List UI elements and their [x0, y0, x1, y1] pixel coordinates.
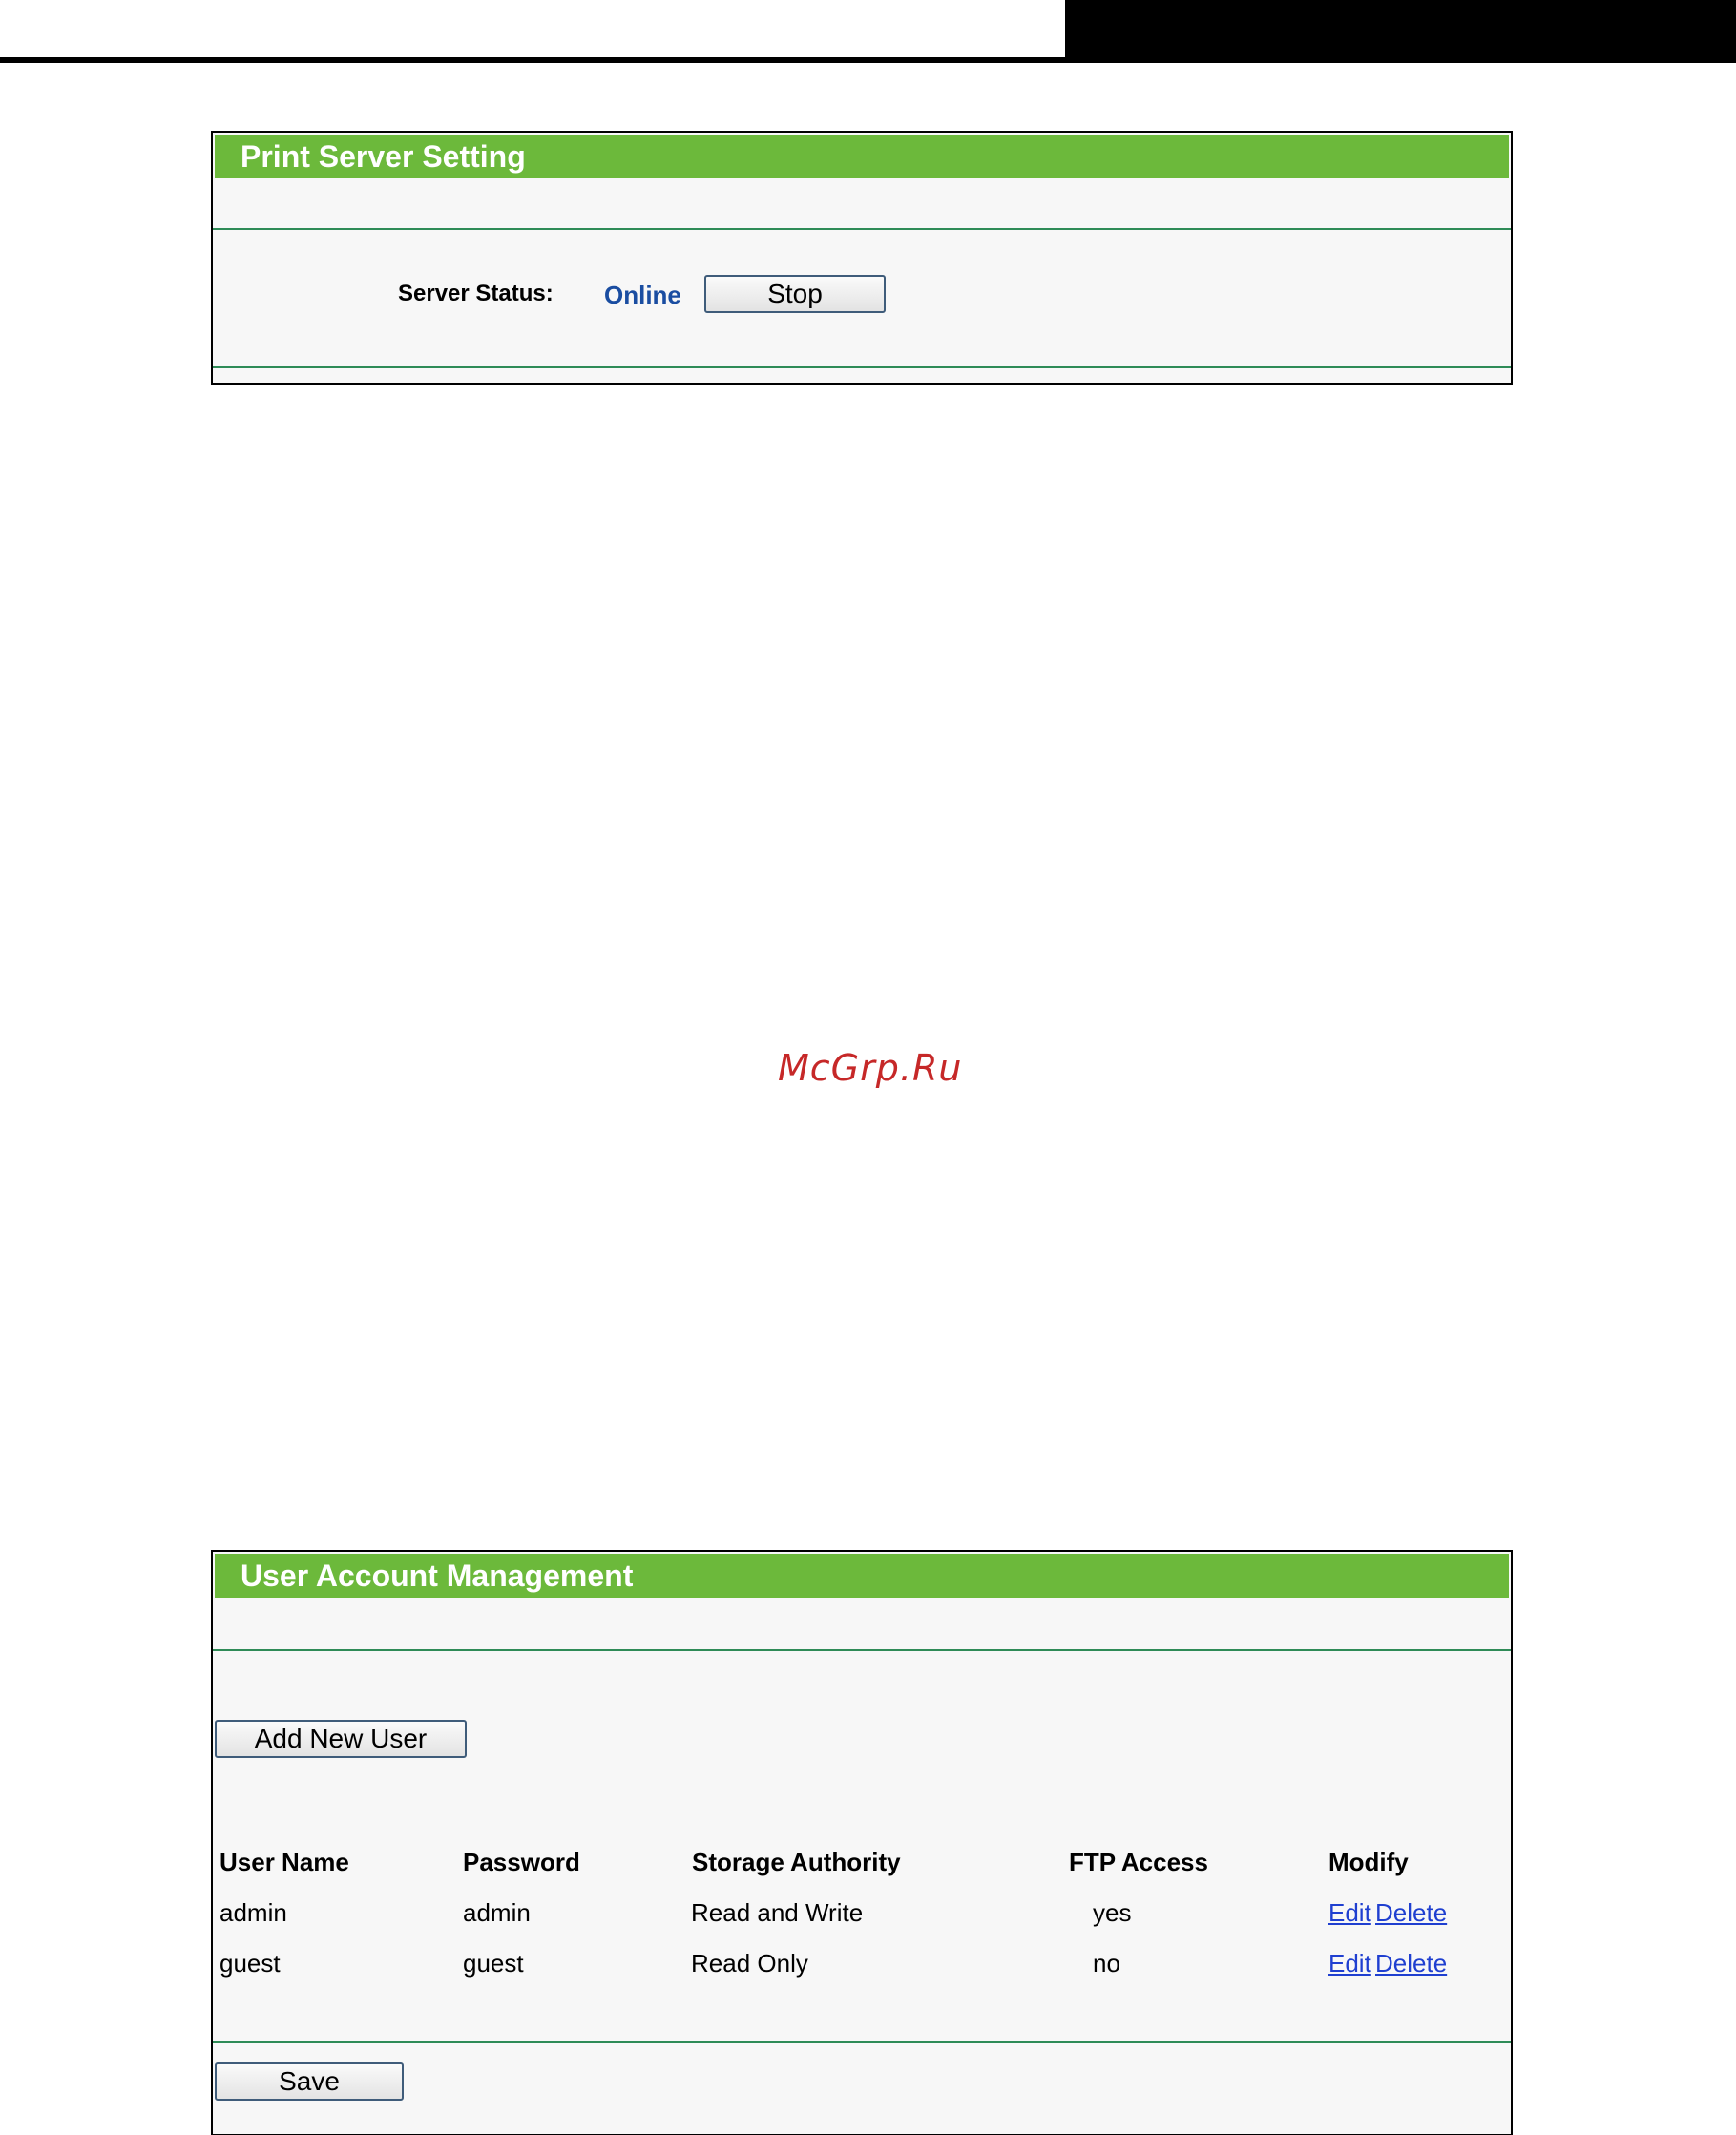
stop-button[interactable]: Stop	[704, 275, 886, 313]
print-server-top-rule	[213, 228, 1511, 230]
row-1-edit-link[interactable]: Edit	[1328, 1898, 1371, 1928]
print-server-panel: Print Server Setting Server Status: Onli…	[211, 131, 1513, 385]
col-modify: Modify	[1328, 1848, 1409, 1876]
header-rule	[0, 57, 1736, 63]
row-2-delete-link[interactable]: Delete	[1375, 1949, 1447, 1978]
user-account-title: User Account Management	[215, 1554, 1509, 1598]
row-1-storage-authority: Read and Write	[691, 1898, 864, 1927]
print-server-bottom-rule	[213, 366, 1511, 368]
watermark-text: McGrp.Ru	[778, 1047, 963, 1089]
server-status-value: Online	[604, 281, 681, 309]
row-2-ftp-access: no	[1093, 1949, 1120, 1978]
user-account-top-rule	[213, 1649, 1511, 1651]
col-password: Password	[463, 1848, 580, 1876]
add-new-user-button[interactable]: Add New User	[215, 1720, 467, 1758]
row-2-storage-authority: Read Only	[691, 1949, 808, 1978]
save-button[interactable]: Save	[215, 2062, 404, 2101]
row-2-password: guest	[463, 1949, 524, 1978]
col-user-name: User Name	[220, 1848, 349, 1876]
col-ftp-access: FTP Access	[1069, 1848, 1208, 1876]
user-account-panel: User Account Management Add New User Use…	[211, 1550, 1513, 2135]
print-server-title: Print Server Setting	[215, 135, 1509, 178]
col-storage-authority: Storage Authority	[692, 1848, 901, 1876]
row-1-delete-link[interactable]: Delete	[1375, 1898, 1447, 1928]
row-1-user-name: admin	[220, 1898, 287, 1927]
row-2-edit-link[interactable]: Edit	[1328, 1949, 1371, 1978]
row-1-ftp-access: yes	[1093, 1898, 1132, 1927]
header-dark-block	[1065, 0, 1736, 63]
server-status-label: Server Status:	[398, 281, 554, 306]
row-1-password: admin	[463, 1898, 531, 1927]
row-2-user-name: guest	[220, 1949, 281, 1978]
user-account-bottom-rule	[213, 2041, 1511, 2043]
